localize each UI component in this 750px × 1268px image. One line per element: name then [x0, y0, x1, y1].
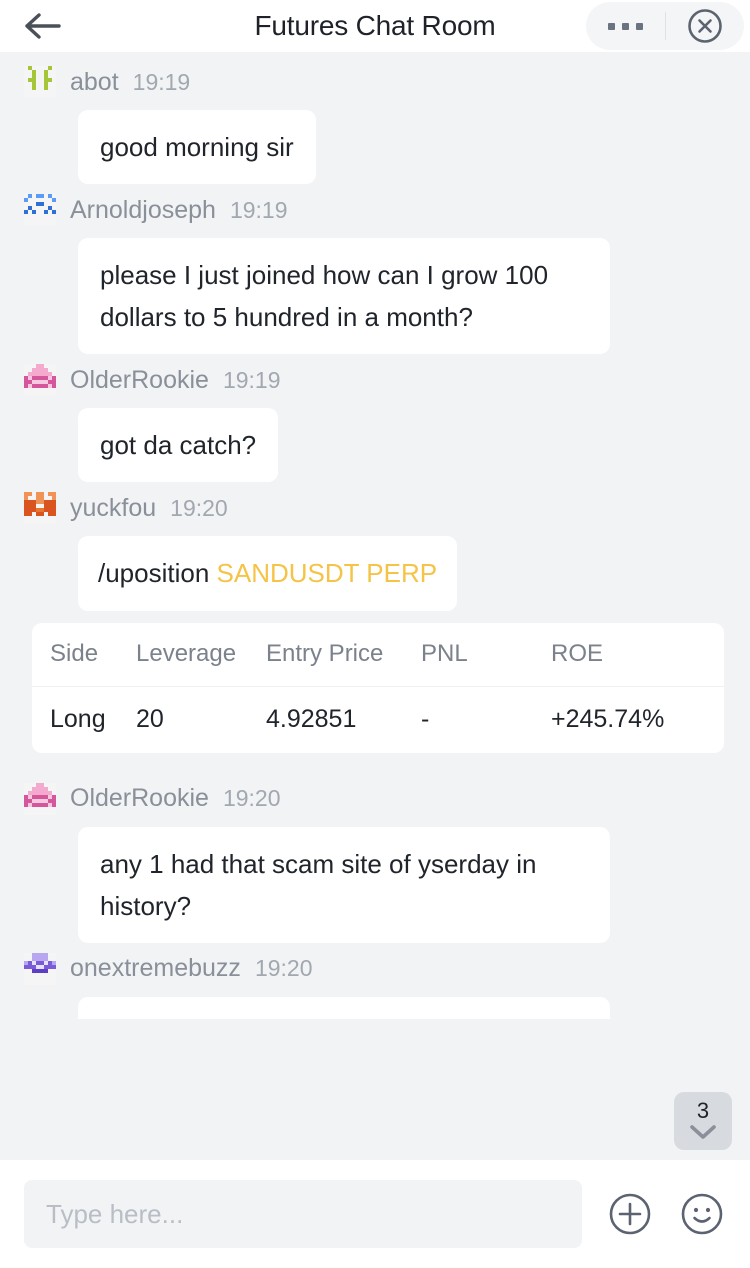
message-bubble[interactable]: please I just joined how can I grow 100 … — [78, 238, 610, 355]
message-composer — [0, 1160, 750, 1268]
message-meta: OlderRookie 19:20 — [24, 779, 726, 819]
cell-leverage: 20 — [136, 705, 164, 734]
message-meta: yuckfou 19:20 — [24, 488, 726, 528]
position-table: Side Leverage Entry Price PNL ROE Long 2… — [32, 622, 724, 753]
message-group: yuckfou 19:20 /uposition SANDUSDT PERP S… — [0, 488, 750, 753]
message-meta: OlderRookie 19:19 — [24, 360, 726, 400]
column-header-leverage: Leverage — [136, 640, 237, 668]
message-username[interactable]: OlderRookie — [70, 784, 209, 813]
message-username[interactable]: yuckfou — [70, 494, 156, 523]
message-timestamp: 19:19 — [132, 68, 191, 95]
add-attachment-button[interactable] — [606, 1190, 654, 1238]
table-header-row: Side Leverage Entry Price PNL ROE — [32, 623, 724, 687]
column-header-roe: ROE — [551, 640, 604, 668]
message-input-wrapper[interactable] — [24, 1180, 582, 1248]
message-timestamp: 19:20 — [170, 494, 228, 521]
message-meta: onextremebuzz 19:20 — [24, 949, 726, 989]
message-bubble[interactable] — [78, 996, 610, 1019]
smiley-icon — [681, 1193, 723, 1235]
message-bubble[interactable]: got da catch? — [78, 408, 279, 483]
message-group: abot 19:19 good morning sir — [0, 62, 750, 185]
avatar-onextremebuzz[interactable] — [24, 952, 56, 985]
message-bubble[interactable]: any 1 had that scam site of yserday in h… — [78, 826, 610, 943]
cell-pnl: - — [421, 705, 430, 734]
avatar-olderrookie[interactable] — [24, 364, 56, 397]
avatar-arnoldjoseph[interactable] — [24, 194, 56, 227]
message-list[interactable]: abot 19:19 good morning sir Arnoldjoseph… — [0, 52, 750, 1160]
plus-circle-icon — [609, 1193, 651, 1235]
column-header-side: Side — [50, 640, 99, 668]
window-controls — [586, 2, 744, 50]
scroll-to-bottom-button[interactable]: 3 — [674, 1092, 732, 1150]
avatar-olderrookie[interactable] — [24, 782, 56, 815]
command-message-bubble[interactable]: /uposition SANDUSDT PERP — [78, 536, 458, 611]
more-dots-icon — [621, 22, 629, 30]
message-meta: abot 19:19 — [24, 62, 726, 102]
message-group: Arnoldjoseph 19:19 please I just joined … — [0, 190, 750, 355]
message-username[interactable]: OlderRookie — [70, 366, 209, 395]
more-dots-icon — [607, 22, 615, 30]
back-button[interactable] — [18, 6, 66, 46]
column-header-pnl: PNL — [421, 640, 468, 668]
message-username[interactable]: abot — [70, 68, 119, 97]
message-group: onextremebuzz 19:20 — [0, 949, 750, 1019]
unread-count-badge: 3 — [696, 1097, 710, 1123]
message-timestamp: 19:20 — [222, 785, 281, 812]
close-button[interactable] — [666, 2, 745, 50]
chat-app: Futures Chat Room abot 19:19 good mornin… — [0, 0, 750, 1268]
message-group: OlderRookie 19:19 got da catch? — [0, 360, 750, 483]
close-circle-icon — [687, 9, 722, 43]
message-bubble[interactable]: good morning sir — [78, 110, 316, 185]
emoji-picker-button[interactable] — [678, 1190, 726, 1238]
message-group: OlderRookie 19:20 any 1 had that scam si… — [0, 779, 750, 943]
more-options-button[interactable] — [586, 2, 665, 50]
column-header-entry-price: Entry Price — [266, 640, 384, 668]
message-username[interactable]: onextremebuzz — [70, 954, 241, 983]
command-symbol: SANDUSDT PERP — [216, 558, 438, 589]
chevron-down-icon — [690, 1124, 716, 1139]
cell-roe: +245.74% — [551, 705, 665, 734]
avatar-abot[interactable] — [24, 66, 56, 98]
message-timestamp: 19:19 — [229, 196, 288, 223]
message-timestamp: 19:20 — [254, 955, 313, 982]
header-bar: Futures Chat Room — [0, 0, 750, 52]
more-dots-icon — [635, 22, 643, 30]
message-username[interactable]: Arnoldjoseph — [70, 196, 216, 225]
message-meta: Arnoldjoseph 19:19 — [24, 190, 726, 230]
message-timestamp: 19:19 — [222, 366, 281, 393]
cell-side: Long — [50, 705, 106, 734]
avatar-yuckfou[interactable] — [24, 492, 56, 525]
command-name: /uposition — [98, 558, 217, 589]
cell-entry-price: 4.92851 — [266, 705, 357, 734]
table-row: Long 20 4.92851 - +245.74% — [32, 687, 724, 753]
arrow-left-icon — [25, 13, 61, 39]
message-input[interactable] — [46, 1198, 560, 1230]
